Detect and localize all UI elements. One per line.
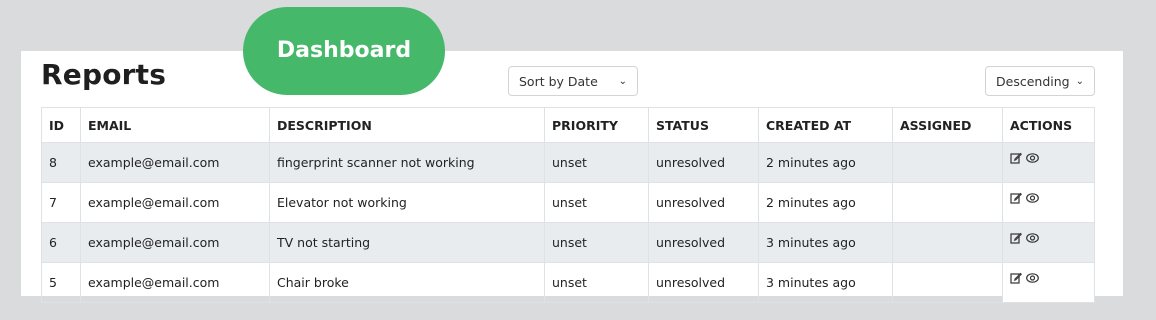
cell-description: fingerprint scanner not working [269,142,545,183]
cell-priority: unset [544,262,649,303]
cell-description: Chair broke [269,262,545,303]
cell-actions [1002,182,1095,223]
cell-email: example@email.com [80,262,270,303]
cell-priority: unset [544,222,649,263]
cell-id: 6 [41,222,81,263]
cell-description: Elevator not working [269,182,545,223]
page-title: Reports [41,58,167,91]
cell-email: example@email.com [80,222,270,263]
edit-icon[interactable] [1010,232,1022,244]
cell-id: 8 [41,142,81,183]
edit-icon[interactable] [1010,192,1022,204]
header-description: DESCRIPTION [269,107,545,143]
cell-id: 7 [41,182,81,223]
cell-assigned [892,222,1003,263]
header-id: ID [41,107,81,143]
edit-icon[interactable] [1010,272,1022,284]
header-priority: PRIORITY [544,107,649,143]
cell-created-at: 2 minutes ago [758,182,893,223]
order-select[interactable]: Descending ⌄ [985,66,1095,96]
chevron-down-icon: ⌄ [618,75,627,87]
header-created-at: CREATED AT [758,107,893,143]
cell-actions [1002,262,1095,303]
cell-email: example@email.com [80,182,270,223]
cell-created-at: 3 minutes ago [758,262,893,303]
chevron-down-icon: ⌄ [1075,75,1084,87]
header-assigned: ASSIGNED [892,107,1003,143]
cell-status: unresolved [648,222,759,263]
cell-assigned [892,142,1003,183]
cell-status: unresolved [648,262,759,303]
cell-email: example@email.com [80,142,270,183]
header-email: EMAIL [80,107,270,143]
table-row: 8 example@email.com fingerprint scanner no… [41,142,1095,183]
dashboard-button[interactable]: Dashboard [243,7,445,95]
cell-assigned [892,262,1003,303]
cell-created-at: 2 minutes ago [758,142,893,183]
table-row: 7 example@email.com Elevator not working un… [41,182,1095,223]
header-status: STATUS [648,107,759,143]
cell-priority: unset [544,142,649,183]
view-icon[interactable] [1026,192,1039,204]
cell-assigned [892,182,1003,223]
edit-icon[interactable] [1010,152,1022,164]
cell-priority: unset [544,182,649,223]
cell-status: unresolved [648,142,759,183]
order-select-value: Descending [996,73,1070,89]
table-row: 5 example@email.com Chair broke unset unreso… [41,262,1095,303]
view-icon[interactable] [1026,232,1039,244]
view-icon[interactable] [1026,152,1039,164]
cell-status: unresolved [648,182,759,223]
table-header-row: ID EMAIL DESCRIPTION PRIORITY STATUS CRE… [41,107,1095,143]
cell-id: 5 [41,262,81,303]
reports-table: ID EMAIL DESCRIPTION PRIORITY STATUS CRE… [41,107,1095,303]
cell-actions [1002,142,1095,183]
header-actions: ACTIONS [1002,107,1095,143]
cell-created-at: 3 minutes ago [758,222,893,263]
sort-select[interactable]: Sort by Date ⌄ [508,66,638,96]
table-row: 6 example@email.com TV not starting unset un… [41,222,1095,263]
sort-select-value: Sort by Date [519,73,598,89]
cell-description: TV not starting [269,222,545,263]
cell-actions [1002,222,1095,263]
view-icon[interactable] [1026,272,1039,284]
